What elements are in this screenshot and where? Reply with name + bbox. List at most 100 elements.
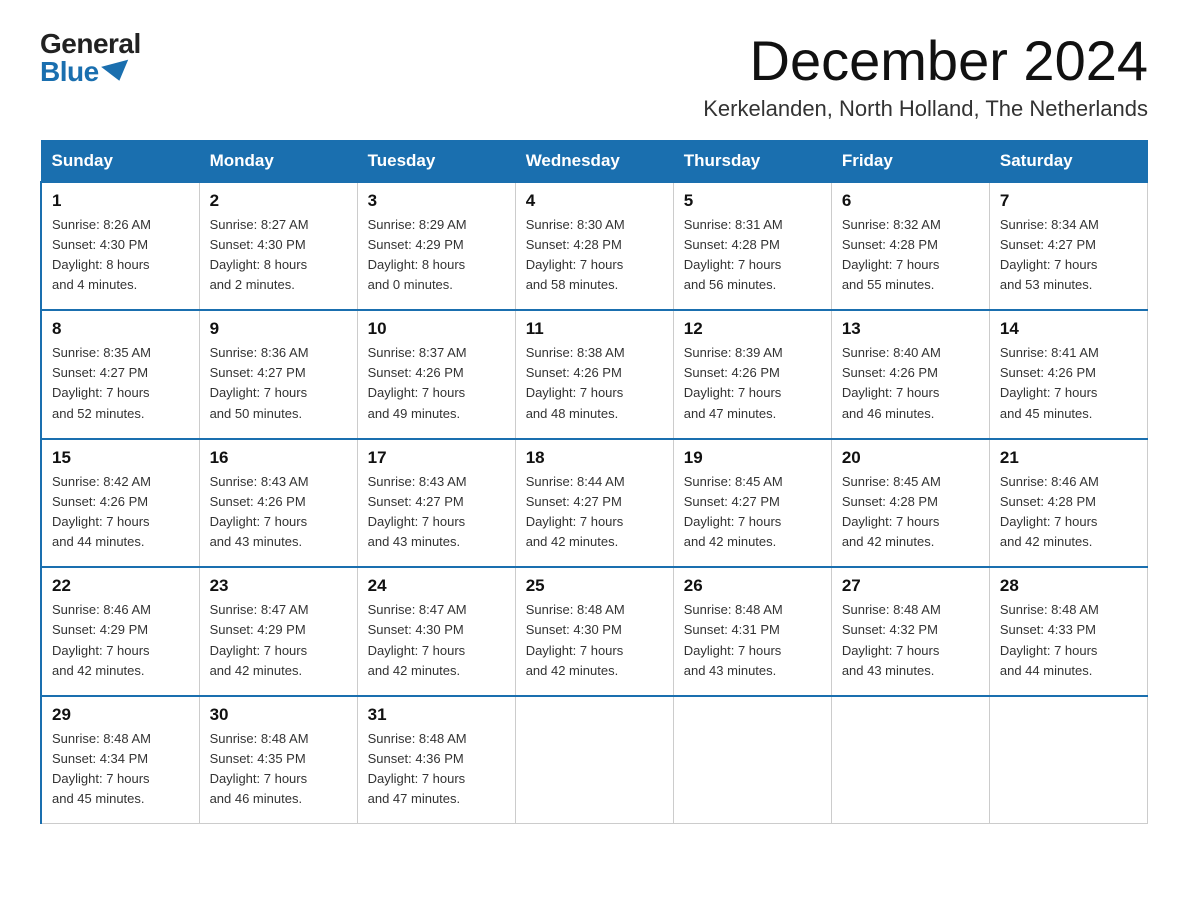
calendar-subtitle: Kerkelanden, North Holland, The Netherla… [703, 96, 1148, 122]
calendar-cell: 24 Sunrise: 8:47 AMSunset: 4:30 PMDaylig… [357, 567, 515, 696]
calendar-cell: 4 Sunrise: 8:30 AMSunset: 4:28 PMDayligh… [515, 182, 673, 311]
logo: General Blue [40, 30, 141, 86]
day-number: 20 [842, 448, 979, 468]
calendar-cell: 15 Sunrise: 8:42 AMSunset: 4:26 PMDaylig… [41, 439, 199, 568]
day-info: Sunrise: 8:42 AMSunset: 4:26 PMDaylight:… [52, 472, 189, 553]
calendar-cell: 30 Sunrise: 8:48 AMSunset: 4:35 PMDaylig… [199, 696, 357, 824]
calendar-cell: 11 Sunrise: 8:38 AMSunset: 4:26 PMDaylig… [515, 310, 673, 439]
day-number: 2 [210, 191, 347, 211]
day-info: Sunrise: 8:35 AMSunset: 4:27 PMDaylight:… [52, 343, 189, 424]
day-info: Sunrise: 8:48 AMSunset: 4:30 PMDaylight:… [526, 600, 663, 681]
logo-triangle-icon [101, 60, 133, 85]
day-number: 27 [842, 576, 979, 596]
day-number: 3 [368, 191, 505, 211]
day-info: Sunrise: 8:31 AMSunset: 4:28 PMDaylight:… [684, 215, 821, 296]
day-info: Sunrise: 8:29 AMSunset: 4:29 PMDaylight:… [368, 215, 505, 296]
calendar-cell: 9 Sunrise: 8:36 AMSunset: 4:27 PMDayligh… [199, 310, 357, 439]
calendar-cell: 14 Sunrise: 8:41 AMSunset: 4:26 PMDaylig… [989, 310, 1147, 439]
calendar-cell: 2 Sunrise: 8:27 AMSunset: 4:30 PMDayligh… [199, 182, 357, 311]
day-number: 11 [526, 319, 663, 339]
col-wednesday: Wednesday [515, 140, 673, 182]
day-info: Sunrise: 8:46 AMSunset: 4:28 PMDaylight:… [1000, 472, 1137, 553]
day-info: Sunrise: 8:38 AMSunset: 4:26 PMDaylight:… [526, 343, 663, 424]
calendar-table: Sunday Monday Tuesday Wednesday Thursday… [40, 140, 1148, 825]
day-info: Sunrise: 8:48 AMSunset: 4:35 PMDaylight:… [210, 729, 347, 810]
day-info: Sunrise: 8:45 AMSunset: 4:28 PMDaylight:… [842, 472, 979, 553]
col-saturday: Saturday [989, 140, 1147, 182]
day-number: 21 [1000, 448, 1137, 468]
calendar-cell: 20 Sunrise: 8:45 AMSunset: 4:28 PMDaylig… [831, 439, 989, 568]
calendar-cell: 6 Sunrise: 8:32 AMSunset: 4:28 PMDayligh… [831, 182, 989, 311]
week-row-4: 22 Sunrise: 8:46 AMSunset: 4:29 PMDaylig… [41, 567, 1148, 696]
day-info: Sunrise: 8:44 AMSunset: 4:27 PMDaylight:… [526, 472, 663, 553]
day-info: Sunrise: 8:37 AMSunset: 4:26 PMDaylight:… [368, 343, 505, 424]
day-info: Sunrise: 8:26 AMSunset: 4:30 PMDaylight:… [52, 215, 189, 296]
col-friday: Friday [831, 140, 989, 182]
day-info: Sunrise: 8:39 AMSunset: 4:26 PMDaylight:… [684, 343, 821, 424]
page-header: General Blue December 2024 Kerkelanden, … [40, 30, 1148, 122]
calendar-cell: 23 Sunrise: 8:47 AMSunset: 4:29 PMDaylig… [199, 567, 357, 696]
calendar-cell: 29 Sunrise: 8:48 AMSunset: 4:34 PMDaylig… [41, 696, 199, 824]
day-number: 1 [52, 191, 189, 211]
day-info: Sunrise: 8:41 AMSunset: 4:26 PMDaylight:… [1000, 343, 1137, 424]
day-number: 5 [684, 191, 821, 211]
day-number: 22 [52, 576, 189, 596]
calendar-cell: 22 Sunrise: 8:46 AMSunset: 4:29 PMDaylig… [41, 567, 199, 696]
title-block: December 2024 Kerkelanden, North Holland… [703, 30, 1148, 122]
calendar-cell: 31 Sunrise: 8:48 AMSunset: 4:36 PMDaylig… [357, 696, 515, 824]
day-number: 12 [684, 319, 821, 339]
day-info: Sunrise: 8:34 AMSunset: 4:27 PMDaylight:… [1000, 215, 1137, 296]
day-info: Sunrise: 8:48 AMSunset: 4:36 PMDaylight:… [368, 729, 505, 810]
calendar-header: Sunday Monday Tuesday Wednesday Thursday… [41, 140, 1148, 182]
calendar-cell: 27 Sunrise: 8:48 AMSunset: 4:32 PMDaylig… [831, 567, 989, 696]
day-info: Sunrise: 8:43 AMSunset: 4:27 PMDaylight:… [368, 472, 505, 553]
calendar-cell: 8 Sunrise: 8:35 AMSunset: 4:27 PMDayligh… [41, 310, 199, 439]
day-info: Sunrise: 8:47 AMSunset: 4:29 PMDaylight:… [210, 600, 347, 681]
calendar-body: 1 Sunrise: 8:26 AMSunset: 4:30 PMDayligh… [41, 182, 1148, 824]
calendar-cell: 16 Sunrise: 8:43 AMSunset: 4:26 PMDaylig… [199, 439, 357, 568]
day-info: Sunrise: 8:30 AMSunset: 4:28 PMDaylight:… [526, 215, 663, 296]
calendar-title: December 2024 [703, 30, 1148, 92]
day-number: 24 [368, 576, 505, 596]
calendar-cell: 21 Sunrise: 8:46 AMSunset: 4:28 PMDaylig… [989, 439, 1147, 568]
calendar-cell: 5 Sunrise: 8:31 AMSunset: 4:28 PMDayligh… [673, 182, 831, 311]
day-info: Sunrise: 8:27 AMSunset: 4:30 PMDaylight:… [210, 215, 347, 296]
day-number: 18 [526, 448, 663, 468]
day-info: Sunrise: 8:48 AMSunset: 4:31 PMDaylight:… [684, 600, 821, 681]
logo-blue: Blue [40, 58, 131, 86]
day-number: 30 [210, 705, 347, 725]
day-number: 10 [368, 319, 505, 339]
calendar-cell: 17 Sunrise: 8:43 AMSunset: 4:27 PMDaylig… [357, 439, 515, 568]
day-info: Sunrise: 8:48 AMSunset: 4:33 PMDaylight:… [1000, 600, 1137, 681]
day-number: 17 [368, 448, 505, 468]
calendar-cell: 12 Sunrise: 8:39 AMSunset: 4:26 PMDaylig… [673, 310, 831, 439]
calendar-cell: 3 Sunrise: 8:29 AMSunset: 4:29 PMDayligh… [357, 182, 515, 311]
day-info: Sunrise: 8:47 AMSunset: 4:30 PMDaylight:… [368, 600, 505, 681]
day-number: 16 [210, 448, 347, 468]
day-number: 7 [1000, 191, 1137, 211]
week-row-2: 8 Sunrise: 8:35 AMSunset: 4:27 PMDayligh… [41, 310, 1148, 439]
day-info: Sunrise: 8:36 AMSunset: 4:27 PMDaylight:… [210, 343, 347, 424]
day-info: Sunrise: 8:46 AMSunset: 4:29 PMDaylight:… [52, 600, 189, 681]
day-number: 19 [684, 448, 821, 468]
col-thursday: Thursday [673, 140, 831, 182]
day-number: 15 [52, 448, 189, 468]
calendar-cell: 7 Sunrise: 8:34 AMSunset: 4:27 PMDayligh… [989, 182, 1147, 311]
week-row-5: 29 Sunrise: 8:48 AMSunset: 4:34 PMDaylig… [41, 696, 1148, 824]
logo-general: General [40, 30, 141, 58]
col-sunday: Sunday [41, 140, 199, 182]
calendar-cell: 1 Sunrise: 8:26 AMSunset: 4:30 PMDayligh… [41, 182, 199, 311]
day-number: 13 [842, 319, 979, 339]
calendar-cell [673, 696, 831, 824]
col-tuesday: Tuesday [357, 140, 515, 182]
week-row-1: 1 Sunrise: 8:26 AMSunset: 4:30 PMDayligh… [41, 182, 1148, 311]
day-number: 29 [52, 705, 189, 725]
day-number: 4 [526, 191, 663, 211]
day-number: 23 [210, 576, 347, 596]
day-info: Sunrise: 8:40 AMSunset: 4:26 PMDaylight:… [842, 343, 979, 424]
calendar-cell: 28 Sunrise: 8:48 AMSunset: 4:33 PMDaylig… [989, 567, 1147, 696]
calendar-cell [989, 696, 1147, 824]
day-number: 25 [526, 576, 663, 596]
header-row: Sunday Monday Tuesday Wednesday Thursday… [41, 140, 1148, 182]
col-monday: Monday [199, 140, 357, 182]
